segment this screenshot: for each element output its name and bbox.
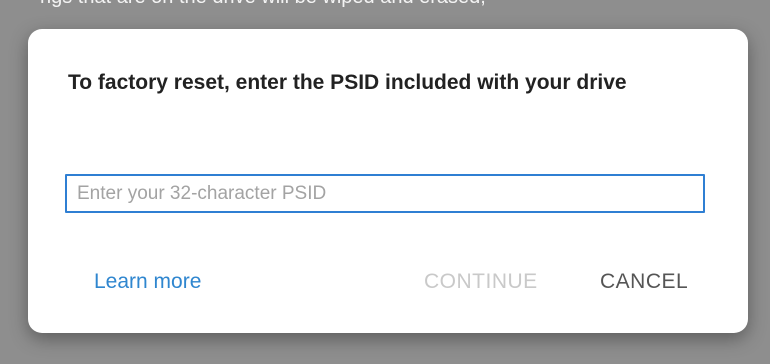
background-text: ngs that are on the drive will be wiped … [40,0,486,9]
psid-input[interactable] [65,174,705,213]
continue-button[interactable]: CONTINUE [424,270,538,294]
learn-more-link[interactable]: Learn more [94,270,201,294]
psid-reset-dialog: To factory reset, enter the PSID include… [28,29,748,333]
dialog-title: To factory reset, enter the PSID include… [68,71,627,94]
cancel-button[interactable]: CANCEL [600,270,688,294]
